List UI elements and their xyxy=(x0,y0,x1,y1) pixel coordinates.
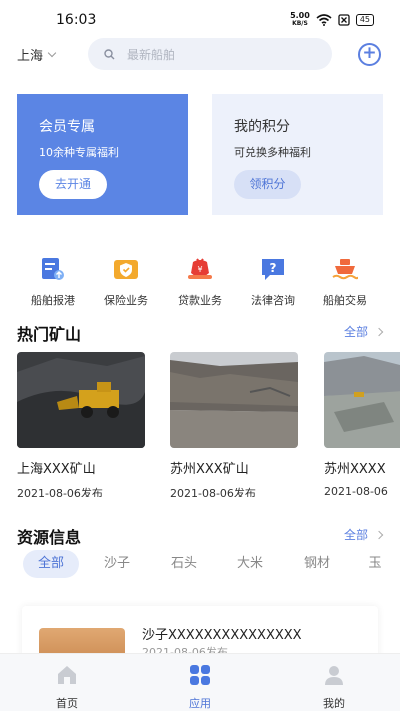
points-card-subtitle: 可兑换多种福利 xyxy=(234,146,311,159)
filter-tab-all[interactable]: 全部 xyxy=(23,550,79,578)
mine-image xyxy=(170,352,298,448)
insurance-icon xyxy=(114,260,138,279)
more-label: 全部 xyxy=(343,325,368,339)
svg-text:?: ? xyxy=(270,261,277,275)
search-bar[interactable]: 最新船舶 xyxy=(88,38,332,70)
service-grid: 船舶报港 保险业务 ¥ 贷款业务 ? 法律咨询 船舶交易 xyxy=(0,257,400,307)
loan-icon: ¥ xyxy=(188,258,212,279)
more-label: 全部 xyxy=(343,528,368,542)
chevron-right-icon xyxy=(374,530,384,539)
network-speed-unit: KB/S xyxy=(292,20,308,27)
member-card-subtitle: 10余种专属福利 xyxy=(39,146,119,159)
tab-label: 我的 xyxy=(323,697,345,710)
mine-date: 2021-08-06发布 xyxy=(170,487,256,497)
network-speed: 5.00 KB/S xyxy=(290,12,310,28)
filter-tab-stone[interactable]: 石头 xyxy=(156,550,212,578)
mine-card[interactable]: 苏州XXX矿山 2021-08-06发布 xyxy=(170,352,298,497)
service-label: 保险业务 xyxy=(104,294,148,307)
status-time: 16:03 xyxy=(56,12,97,28)
mine-name: 苏州XXXX xyxy=(324,462,386,477)
mine-image xyxy=(324,352,400,448)
legal-consult-icon: ? xyxy=(262,259,284,280)
svg-text:¥: ¥ xyxy=(197,265,202,274)
search-placeholder: 最新船舶 xyxy=(127,47,176,62)
mine-name: 上海XXX矿山 xyxy=(17,462,96,477)
resource-filter-tabs: 全部 沙子 石头 大米 钢材 玉 xyxy=(23,550,400,578)
profile-icon xyxy=(325,666,343,685)
member-card-title: 会员专属 xyxy=(39,119,95,135)
ship-trade-icon xyxy=(332,259,359,280)
filter-tab-jade[interactable]: 玉 xyxy=(355,550,395,578)
claim-points-button[interactable]: 领积分 xyxy=(234,170,301,199)
status-icons: 5.00 KB/S 45 xyxy=(290,12,374,28)
city-selector[interactable]: 上海 xyxy=(17,45,57,64)
member-card[interactable]: 会员专属 10余种专属福利 去开通 xyxy=(17,94,188,215)
home-icon xyxy=(58,666,76,684)
add-button[interactable]: + xyxy=(358,43,381,66)
filter-tab-sand[interactable]: 沙子 xyxy=(89,550,145,578)
city-label: 上海 xyxy=(17,49,44,64)
tab-label: 应用 xyxy=(189,697,211,710)
hot-mines-list: 上海XXX矿山 2021-08-06发布 苏州XXX矿山 2021-08-06发… xyxy=(17,352,400,497)
bottom-tab-bar: 首页 应用 我的 xyxy=(0,653,400,711)
resources-title: 资源信息 xyxy=(17,528,82,547)
tab-profile[interactable]: 我的 xyxy=(294,664,374,711)
chevron-right-icon xyxy=(374,327,384,336)
wifi-icon xyxy=(316,14,332,26)
tab-home[interactable]: 首页 xyxy=(27,664,107,711)
service-ship-report[interactable]: 船舶报港 xyxy=(15,257,91,308)
mine-card[interactable]: 上海XXX矿山 2021-08-06发布 xyxy=(17,352,145,497)
resources-more-link[interactable]: 全部 xyxy=(343,526,384,543)
resource-title: 沙子XXXXXXXXXXXXXXX xyxy=(142,628,302,643)
mine-date: 2021-08-06 xyxy=(324,485,388,497)
points-card[interactable]: 我的积分 可兑换多种福利 领积分 xyxy=(212,94,383,215)
tab-label: 首页 xyxy=(56,697,78,710)
tab-apps[interactable]: 应用 xyxy=(160,664,240,711)
mine-image xyxy=(17,352,145,448)
search-icon xyxy=(104,48,115,59)
filter-tab-steel[interactable]: 钢材 xyxy=(289,550,345,578)
network-speed-value: 5.00 xyxy=(290,11,310,20)
sim-off-icon xyxy=(338,14,350,26)
service-label: 船舶交易 xyxy=(323,294,367,307)
mine-card[interactable]: 苏州XXXX 2021-08-06 xyxy=(324,352,400,497)
service-label: 船舶报港 xyxy=(31,294,75,307)
ship-report-icon xyxy=(42,258,64,280)
service-label: 法律咨询 xyxy=(251,294,295,307)
top-bar: 上海 最新船舶 + xyxy=(0,38,400,70)
points-card-title: 我的积分 xyxy=(234,119,290,135)
battery-icon: 45 xyxy=(355,14,374,26)
service-insurance[interactable]: 保险业务 xyxy=(88,257,164,308)
hot-mines-title: 热门矿山 xyxy=(17,325,82,344)
service-loan[interactable]: ¥ 贷款业务 xyxy=(162,257,238,308)
service-ship-trade[interactable]: 船舶交易 xyxy=(307,257,383,308)
mine-date: 2021-08-06发布 xyxy=(17,487,103,497)
status-bar: 16:03 5.00 KB/S 45 xyxy=(0,0,400,38)
activate-membership-button[interactable]: 去开通 xyxy=(39,170,107,199)
apps-icon xyxy=(190,665,210,685)
filter-tab-rice[interactable]: 大米 xyxy=(222,550,278,578)
service-legal-consult[interactable]: ? 法律咨询 xyxy=(235,257,311,308)
mine-name: 苏州XXX矿山 xyxy=(170,462,249,477)
service-label: 贷款业务 xyxy=(178,294,222,307)
chevron-down-icon xyxy=(47,48,57,57)
hot-mines-more-link[interactable]: 全部 xyxy=(343,323,384,340)
